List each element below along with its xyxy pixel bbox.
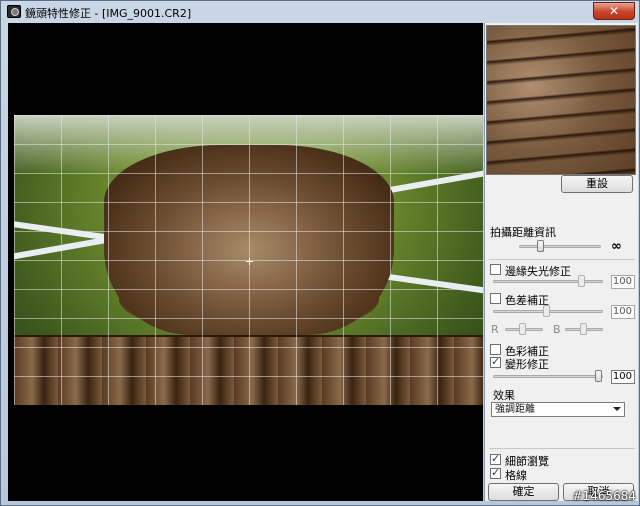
divider [489,448,635,449]
chromatic-slider-thumb[interactable] [543,305,550,317]
settings-panel: 重設 拍攝距離資訊 ∞ 邊緣失光修正 100 色差補正 100 R B 色彩補正… [484,23,638,501]
title-bar[interactable]: 鏡頭特性修正 - [IMG_9001.CR2] ✕ [1,1,639,23]
chromatic-aberration-checkbox[interactable] [490,293,501,304]
distortion-value-field[interactable]: 100 [611,370,635,384]
effect-dropdown[interactable]: 強調距離 [491,402,625,417]
effect-label: 效果 [493,389,515,402]
distance-slider-thumb[interactable] [537,240,544,252]
watermark-text: #1465684 [572,489,637,503]
ok-button[interactable]: 確定 [488,483,559,501]
red-channel-label: R [491,323,499,336]
distortion-slider-thumb[interactable] [595,370,602,382]
peripheral-slider-track[interactable] [493,280,603,283]
blue-channel-label: B [553,323,561,336]
distance-slider-track[interactable] [519,245,601,248]
distortion-checkbox[interactable] [490,355,501,368]
distortion-label: 變形修正 [505,358,549,371]
detail-zoom-view[interactable] [486,25,636,175]
image-preview[interactable] [8,23,483,501]
chevron-down-icon [613,407,621,411]
effect-selected-value: 強調距離 [495,404,535,415]
grid-lines-label: 格線 [505,469,527,482]
peripheral-slider-thumb[interactable] [578,275,585,287]
lens-correction-window: 鏡頭特性修正 - [IMG_9001.CR2] ✕ 重設 拍攝距離資訊 ∞ 邊緣… [0,0,640,506]
close-button[interactable]: ✕ [593,2,635,20]
distortion-slider-track[interactable] [493,375,603,378]
reset-button[interactable]: 重設 [561,175,633,193]
preview-photo [14,115,483,405]
detail-view-checkbox[interactable] [490,452,501,465]
infinity-icon: ∞ [611,239,622,254]
shooting-distance-label: 拍攝距離資訊 [490,226,556,239]
camera-icon [7,5,21,18]
peripheral-value-field[interactable]: 100 [611,275,635,289]
peripheral-illumination-label: 邊緣失光修正 [505,265,571,278]
window-title: 鏡頭特性修正 - [IMG_9001.CR2] [25,7,192,20]
grid-lines-checkbox[interactable] [490,466,501,479]
blue-slider-thumb[interactable] [580,323,587,335]
color-blur-checkbox[interactable] [490,344,501,355]
crosshair-icon [246,258,253,265]
peripheral-illumination-checkbox[interactable] [490,264,501,275]
chromatic-value-field[interactable]: 100 [611,305,635,319]
divider [489,259,635,260]
red-slider-thumb[interactable] [519,323,526,335]
